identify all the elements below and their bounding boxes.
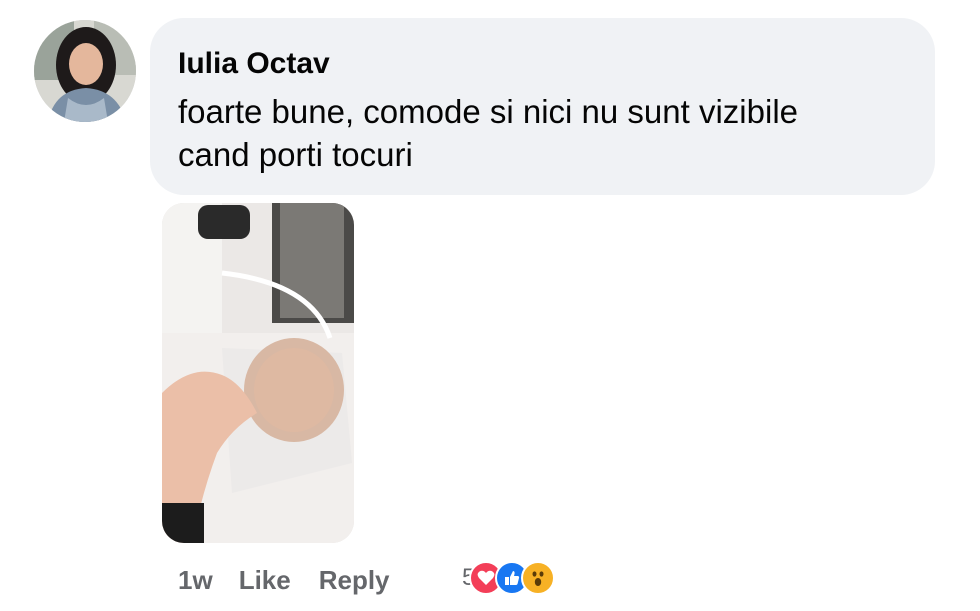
comment-timestamp[interactable]: 1w bbox=[178, 565, 213, 596]
comment-text: foarte bune, comode si nici nu sunt vizi… bbox=[178, 90, 907, 176]
comment-text-line: cand porti tocuri bbox=[178, 136, 413, 173]
comment-author[interactable]: Iulia Octav bbox=[178, 44, 907, 84]
reaction-summary[interactable]: 5 bbox=[462, 558, 556, 598]
comment-bubble: Iulia Octav foarte bune, comode si nici … bbox=[150, 18, 935, 195]
avatar[interactable] bbox=[34, 20, 136, 122]
comment: Iulia Octav foarte bune, comode si nici … bbox=[0, 0, 980, 611]
like-button[interactable]: Like bbox=[239, 565, 291, 596]
comment-photo[interactable] bbox=[162, 203, 354, 543]
comment-text-line: foarte bune, comode si nici nu sunt vizi… bbox=[178, 93, 799, 130]
wow-icon bbox=[521, 561, 556, 595]
comment-actions: 1w Like Reply bbox=[178, 560, 390, 600]
reply-button[interactable]: Reply bbox=[319, 565, 390, 596]
avatar-photo bbox=[34, 20, 136, 122]
photo-image bbox=[162, 203, 354, 543]
